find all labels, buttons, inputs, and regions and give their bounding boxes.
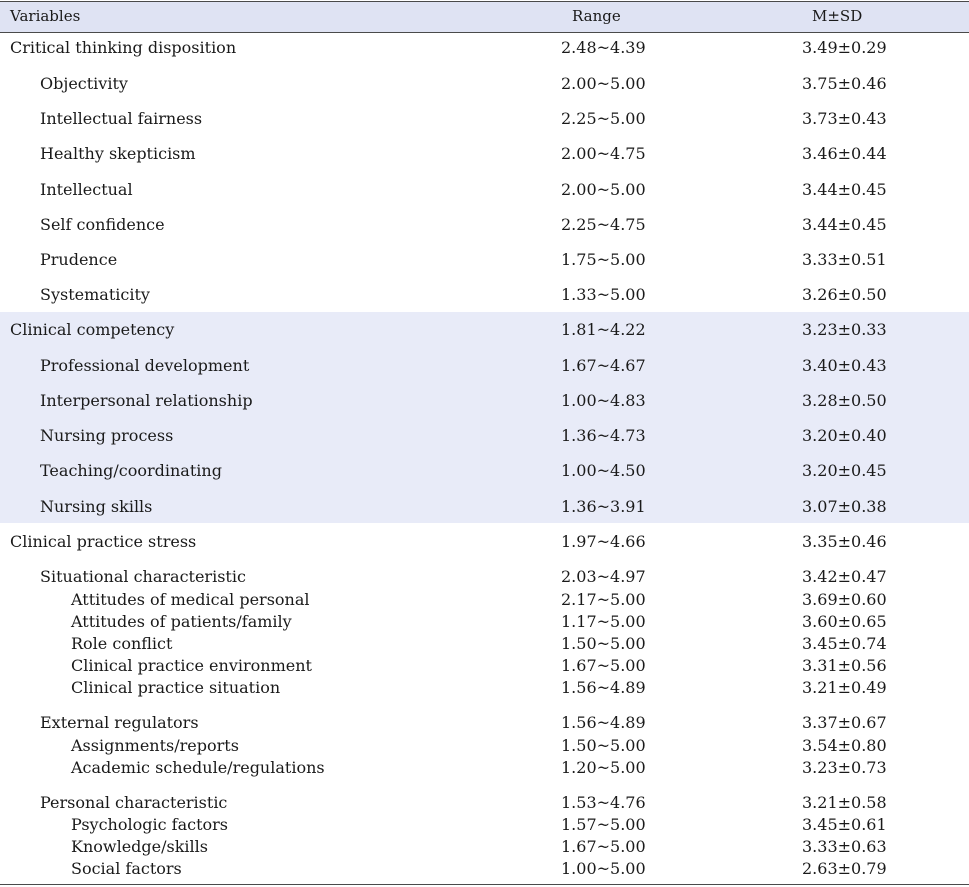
range-value: 1.33~5.00 [561,285,646,304]
variable-label: Self confidence [40,215,165,234]
range-value: 2.25~4.75 [561,215,646,234]
range-value: 1.53~4.76 [561,793,646,812]
mean-sd-value: 3.45±0.61 [802,815,887,834]
mean-sd-value: 3.49±0.29 [802,38,887,57]
variable-label: Social factors [71,859,182,878]
variable-label: Teaching/coordinating [40,461,222,480]
variable-label: Situational characteristic [40,567,246,586]
variable-label: Role conflict [71,634,173,653]
range-value: 1.67~5.00 [561,656,646,675]
range-value: 2.25~5.00 [561,109,646,128]
range-value: 1.20~5.00 [561,758,646,777]
variable-label: Psychologic factors [71,815,228,834]
range-value: 1.56~4.89 [561,713,646,732]
mean-sd-value: 3.60±0.65 [802,612,887,631]
mean-sd-value: 3.23±0.33 [802,320,887,339]
mean-sd-value: 3.07±0.38 [802,497,887,516]
range-value: 2.03~4.97 [561,567,646,586]
range-value: 2.48~4.39 [561,38,646,57]
range-value: 1.81~4.22 [561,320,646,339]
range-value: 1.97~4.66 [561,532,646,551]
header-msd: M±SD [812,7,863,25]
range-value: 1.57~5.00 [561,815,646,834]
range-value: 1.67~4.67 [561,356,646,375]
range-value: 2.00~5.00 [561,74,646,93]
variable-label: Knowledge/skills [71,837,208,856]
variable-label: Clinical competency [10,320,175,339]
range-value: 1.00~5.00 [561,859,646,878]
range-value: 1.56~4.89 [561,678,646,697]
range-value: 1.17~5.00 [561,612,646,631]
range-value: 2.00~5.00 [561,180,646,199]
range-value: 1.67~5.00 [561,837,646,856]
mean-sd-value: 3.46±0.44 [802,144,887,163]
variable-label: Intellectual [40,180,133,199]
range-value: 2.17~5.00 [561,590,646,609]
mean-sd-value: 3.21±0.49 [802,678,887,697]
mean-sd-value: 3.26±0.50 [802,285,887,304]
variable-label: Clinical practice situation [71,678,281,697]
variable-label: Academic schedule/regulations [71,758,325,777]
range-value: 1.00~4.83 [561,391,646,410]
variable-label: Critical thinking disposition [10,38,237,57]
range-value: 1.75~5.00 [561,250,646,269]
mean-sd-value: 3.35±0.46 [802,532,887,551]
data-table: Variables Range M±SD Critical thinking d… [0,0,969,887]
bottom-rule [0,884,969,885]
mean-sd-value: 3.44±0.45 [802,180,887,199]
mean-sd-value: 3.31±0.56 [802,656,887,675]
mean-sd-value: 3.37±0.67 [802,713,887,732]
variable-label: Personal characteristic [40,793,228,812]
mean-sd-value: 3.33±0.63 [802,837,887,856]
clinical-competency-band [0,312,969,523]
range-value: 1.36~4.73 [561,426,646,445]
variable-label: Clinical practice stress [10,532,197,551]
variable-label: Nursing skills [40,497,153,516]
mean-sd-value: 3.20±0.40 [802,426,887,445]
variable-label: Attitudes of patients/family [71,612,292,631]
mean-sd-value: 3.75±0.46 [802,74,887,93]
variable-label: Objectivity [40,74,128,93]
range-value: 1.50~5.00 [561,736,646,755]
mean-sd-value: 3.40±0.43 [802,356,887,375]
mean-sd-value: 3.42±0.47 [802,567,887,586]
mean-sd-value: 3.33±0.51 [802,250,887,269]
range-value: 1.36~3.91 [561,497,646,516]
mean-sd-value: 2.63±0.79 [802,859,887,878]
range-value: 1.00~4.50 [561,461,646,480]
variable-label: External regulators [40,713,199,732]
variable-label: Professional development [40,356,250,375]
mean-sd-value: 3.20±0.45 [802,461,887,480]
variable-label: Clinical practice environment [71,656,312,675]
mean-sd-value: 3.69±0.60 [802,590,887,609]
variable-label: Attitudes of medical personal [71,590,310,609]
mean-sd-value: 3.54±0.80 [802,736,887,755]
range-value: 2.00~4.75 [561,144,646,163]
variable-label: Prudence [40,250,118,269]
variable-label: Assignments/reports [71,736,239,755]
variable-label: Systematicity [40,285,150,304]
mean-sd-value: 3.21±0.58 [802,793,887,812]
mean-sd-value: 3.73±0.43 [802,109,887,128]
header-variables: Variables [10,7,81,25]
mean-sd-value: 3.44±0.45 [802,215,887,234]
mean-sd-value: 3.28±0.50 [802,391,887,410]
mean-sd-value: 3.45±0.74 [802,634,887,653]
mean-sd-value: 3.23±0.73 [802,758,887,777]
range-value: 1.50~5.00 [561,634,646,653]
variable-label: Intellectual fairness [40,109,203,128]
variable-label: Interpersonal relationship [40,391,253,410]
variable-label: Healthy skepticism [40,144,196,163]
header-range: Range [572,7,621,25]
table-header: Variables Range M±SD [0,1,969,33]
variable-label: Nursing process [40,426,174,445]
